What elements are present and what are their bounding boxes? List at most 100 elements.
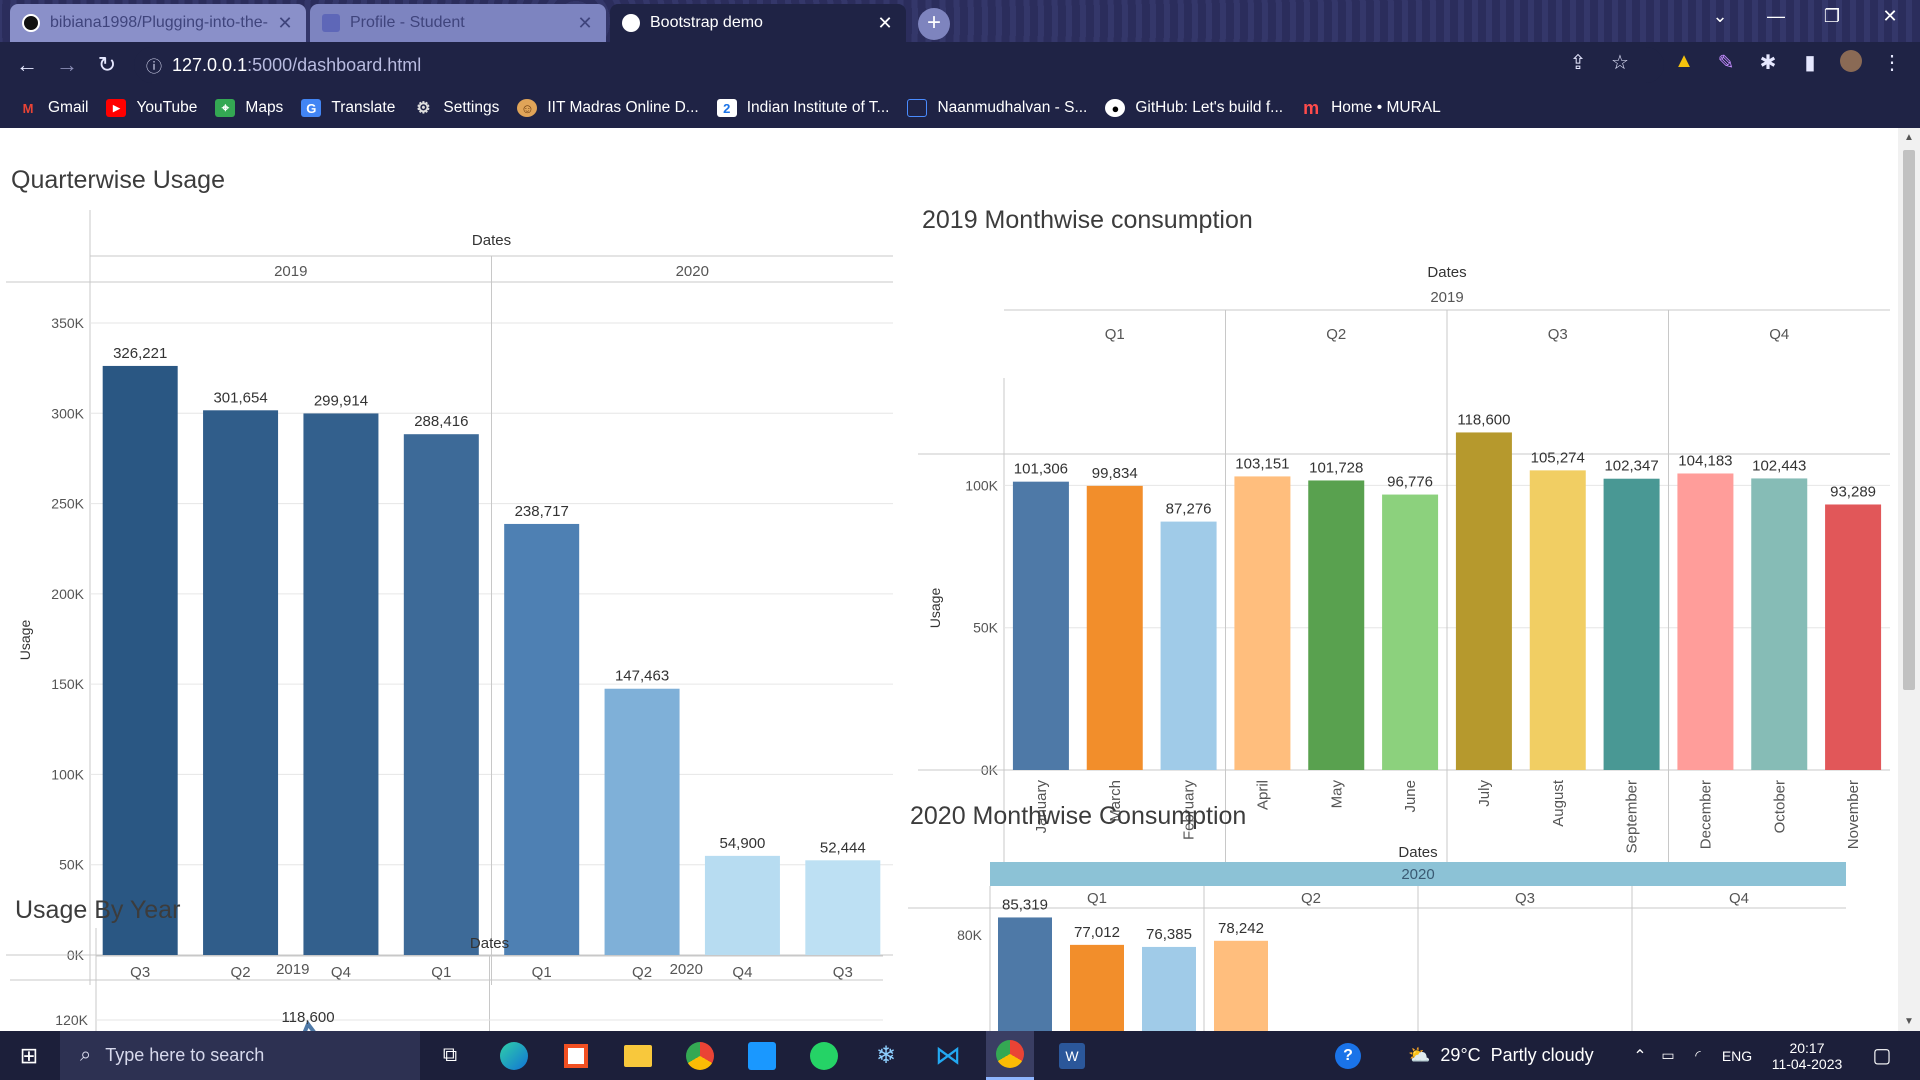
close-icon[interactable]: ✕ [276,13,294,34]
year-label: 2019 [1430,289,1463,306]
calendar-icon: 2 [716,99,737,117]
site-info-icon[interactable]: ⓘ [146,53,162,77]
year-label: 2020 [676,263,709,280]
bookmark-iitm[interactable]: ☺ IIT Madras Online D... [517,99,699,117]
bookmark-translate[interactable]: G Translate [301,99,395,117]
x-tick-label: April [1254,780,1271,810]
x-tick-label: November [1845,780,1862,849]
y-tick-label: 50K [59,857,85,873]
chrome-icon[interactable] [676,1031,724,1080]
chart-title-quarterwise: Quarterwise Usage [11,166,225,194]
clock[interactable]: 20:17 11-04-2023 [1762,1031,1852,1080]
x-tick-label: August [1550,779,1567,827]
file-explorer-icon[interactable] [614,1031,662,1080]
vscode-icon[interactable]: ⋈ [924,1031,972,1080]
github-icon [22,14,40,32]
bookmark-naanmudhalvan[interactable]: Naanmudhalvan - S... [907,99,1087,117]
profile-page-icon [322,14,340,32]
menu-icon[interactable]: ⋮ [1880,50,1904,75]
tab-bootstrap-demo[interactable]: Bootstrap demo ✕ [610,4,906,42]
monthwise-2020-chart: Dates 2020 80K Q1 Q2 Q3 Q4 85,319 77,012 76,385 78… [908,844,1846,1031]
reload-icon[interactable]: ↻ [90,52,124,78]
bar [203,410,279,955]
whatsapp-icon[interactable] [800,1031,848,1080]
page-scrollbar[interactable]: ▲ ▼ [1898,128,1920,1031]
quarter-label: Q2 [1301,890,1321,907]
bar [1603,478,1660,770]
bookmark-label: GitHub: Let's build f... [1135,99,1284,116]
bookmark-gmail[interactable]: M Gmail [18,99,89,117]
data-label: 85,319 [1002,896,1048,913]
language-indicator[interactable]: ENG [1712,1031,1762,1080]
x-tick-label: June [1402,780,1419,813]
scroll-up-icon[interactable]: ▲ [1898,132,1920,143]
quarter-label: Q3 [1548,326,1568,343]
bookmark-youtube[interactable]: ▶ YouTube [106,99,197,117]
store-icon[interactable] [552,1031,600,1080]
prime-video-icon[interactable] [738,1031,786,1080]
wifi-icon[interactable]: ◜ [1686,1031,1710,1080]
forward-icon[interactable]: → [50,52,84,78]
chart-title-usage-by-year: Usage By Year [15,896,181,924]
y-tick-label: 250K [51,496,84,512]
close-window-button[interactable]: ✕ [1870,6,1910,27]
bookmark-github[interactable]: ● GitHub: Let's build f... [1105,99,1283,117]
edge-icon[interactable] [490,1031,538,1080]
y-tick-label: 350K [51,315,84,331]
bar [102,365,178,955]
bookmark-mural[interactable]: m Home • MURAL [1301,98,1441,118]
windows-start-icon[interactable]: ⊞ [0,1031,58,1080]
year-label: 2020 [1401,866,1434,883]
tab-title: Profile - Student [350,14,465,31]
close-icon[interactable]: ✕ [576,13,594,34]
bookmark-label: Translate [331,99,396,116]
help-icon[interactable]: ? [1328,1031,1368,1080]
bookmark-indian-institute[interactable]: 2 Indian Institute of T... [716,99,889,117]
drive-icon[interactable]: ▲ [1672,50,1696,75]
scroll-down-icon[interactable]: ▼ [1898,1016,1920,1027]
side-panel-icon[interactable]: ▮ [1798,50,1822,75]
word-icon[interactable]: W [1048,1031,1096,1080]
task-view-icon[interactable]: ⧉ [430,1031,470,1080]
data-label: 326,221 [113,345,167,362]
data-label: 99,834 [1092,465,1138,482]
chrome-active-icon[interactable] [986,1031,1034,1080]
bookmark-maps[interactable]: ⌖ Maps [215,99,283,117]
search-icon: ⌕ [80,1044,92,1066]
quarter-label: Q1 [1087,890,1107,907]
pen-icon[interactable]: ✎ [1714,50,1738,75]
chevron-up-icon[interactable]: ⌃ [1628,1031,1652,1080]
weather-widget[interactable]: ⛅ 29°C Partly cloudy [1408,1031,1628,1080]
url-host: 127.0.0.1 [172,54,248,75]
quarterwise-usage-chart: Dates0K50K100K150K200K250K300K350KUsage2… [6,210,893,985]
usage-by-year-chart: Dates 2019 2020 120K 118,600 [10,928,883,1031]
data-label: 77,012 [1074,924,1120,941]
bar [1234,476,1291,770]
bar [1455,432,1512,770]
minimize-button[interactable]: — [1756,6,1796,27]
bookmark-settings[interactable]: ⚙ Settings [413,99,499,117]
taskbar-search-input[interactable]: ⌕ Type here to search [60,1031,420,1080]
data-label: 104,183 [1678,452,1732,469]
maximize-button[interactable]: ❐ [1812,6,1852,27]
bar [1677,473,1734,770]
tab-github[interactable]: bibiana1998/Plugging-into-the- ✕ [10,4,306,42]
extensions-icon[interactable]: ✱ [1756,50,1780,75]
avatar[interactable] [1840,50,1862,72]
tab-search-icon[interactable]: ⌄ [1700,6,1740,27]
data-label: 118,600 [281,1009,334,1026]
dates-header: Dates [472,232,511,249]
scrollbar-thumb[interactable] [1903,150,1915,690]
back-icon[interactable]: ← [10,52,44,78]
close-icon[interactable]: ✕ [876,13,894,34]
battery-icon[interactable]: ▭ [1656,1031,1680,1080]
new-tab-button[interactable]: + [918,8,950,40]
bookmark-star-icon[interactable]: ☆ [1608,50,1632,75]
snowflake-icon[interactable]: ❄ [862,1031,910,1080]
notifications-icon[interactable]: ▢ [1862,1031,1902,1080]
address-bar[interactable]: ⓘ 127.0.0.1:5000/dashboard.html [134,47,1664,83]
bar [1142,946,1196,1031]
share-icon[interactable]: ⇪ [1566,50,1590,75]
tab-profile[interactable]: Profile - Student ✕ [310,4,606,42]
weather-text: 29°C Partly cloudy [1440,1045,1594,1065]
